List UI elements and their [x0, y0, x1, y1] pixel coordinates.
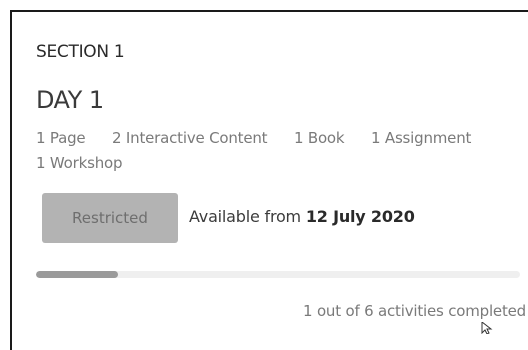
summary-item-interactive-content: 2 Interactive Content — [112, 129, 268, 147]
day-title: DAY 1 — [36, 86, 104, 114]
progress-bar — [36, 271, 520, 278]
summary-item-page: 1 Page — [36, 129, 86, 147]
activity-summary: 1 Page 2 Interactive Content 1 Book 1 As… — [36, 126, 506, 176]
section-card: SECTION 1 DAY 1 1 Page 2 Interactive Con… — [10, 10, 528, 350]
section-label: SECTION 1 — [36, 42, 125, 62]
availability-text: Available from 12 July 2020 — [189, 207, 415, 226]
mouse-pointer-icon — [481, 322, 493, 334]
progress-fill — [36, 271, 119, 278]
restricted-button[interactable]: Restricted — [42, 193, 178, 243]
summary-item-book: 1 Book — [293, 129, 345, 147]
availability-date: 12 July 2020 — [305, 207, 415, 226]
progress-text: 1 out of 6 activities completed — [303, 302, 526, 320]
availability-prefix: Available from — [189, 207, 306, 226]
summary-item-workshop: 1 Workshop — [36, 154, 123, 172]
summary-item-assignment: 1 Assignment — [370, 129, 472, 147]
